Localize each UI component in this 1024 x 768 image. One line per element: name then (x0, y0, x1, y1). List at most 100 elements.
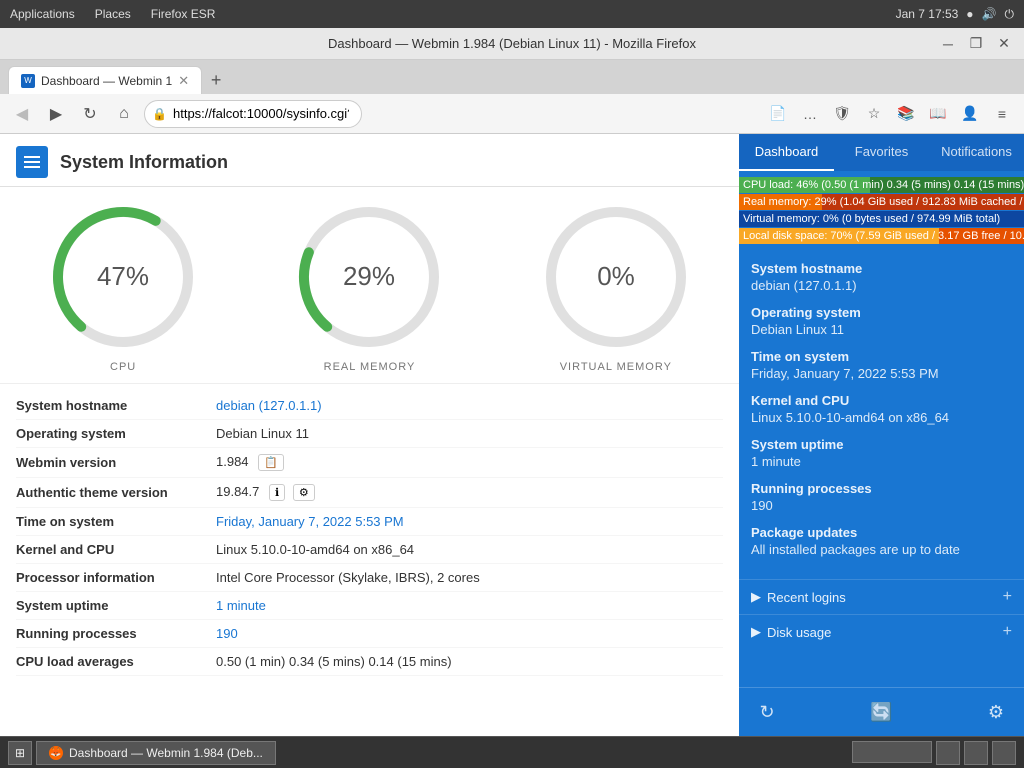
home-button[interactable]: ⌂ (110, 100, 138, 128)
sidebar-os-item: Operating system Debian Linux 11 (751, 305, 1012, 337)
taskbar-search-input[interactable] (852, 741, 932, 763)
webmin-header: System Information (0, 134, 739, 187)
disk-usage-chevron: ▶ (751, 624, 761, 640)
power-icon[interactable]: ⏻ (1005, 7, 1015, 22)
os-label: Operating system (16, 426, 216, 441)
forward-button[interactable]: ▶ (42, 100, 70, 128)
disk-usage-expand[interactable]: ▶ Disk usage + (739, 614, 1024, 649)
processes-link[interactable]: 190 (216, 626, 238, 641)
hamburger-button[interactable] (16, 146, 48, 178)
firefox-esr-menu[interactable]: Firefox ESR (151, 7, 216, 21)
sidebar-packages-label: Package updates (751, 525, 1012, 540)
disk-usage-text: Disk usage (767, 625, 831, 640)
cpu-gauge-label: CPU (110, 361, 136, 373)
theme-settings-btn[interactable]: ⚙ (293, 484, 315, 501)
sidebar-time-label: Time on system (751, 349, 1012, 364)
processor-value: Intel Core Processor (Skylake, IBRS), 2 … (216, 570, 723, 585)
minimize-button[interactable]: ─ (936, 32, 960, 56)
settings-button[interactable]: ⚙ (980, 696, 1012, 728)
applications-menu[interactable]: Applications (10, 7, 75, 21)
taskbar-show-desktop[interactable]: ⊞ (8, 741, 32, 765)
tab-notifications[interactable]: Notifications (929, 134, 1024, 171)
security-lock-icon: 🔒 (152, 107, 167, 121)
tab-favorites[interactable]: Favorites (834, 134, 929, 171)
webmin-version-text: 1.984 (216, 454, 249, 469)
browser-tabs: W Dashboard — Webmin 1 ✕ + (0, 60, 1024, 94)
sidebar-uptime-label: System uptime (751, 437, 1012, 452)
sidebar-uptime-item: System uptime 1 minute (751, 437, 1012, 469)
sidebar-os-label: Operating system (751, 305, 1012, 320)
right-sidebar: Dashboard Favorites Notifications CPU lo… (739, 134, 1024, 736)
virtual-memory-gauge-label: VIRTUAL MEMORY (560, 361, 672, 373)
more-button[interactable]: … (796, 100, 824, 128)
page-title: System Information (60, 152, 228, 173)
cpu-load-label: CPU load averages (16, 654, 216, 669)
taskbar-btn-2[interactable] (964, 741, 988, 765)
library-button[interactable]: 📚 (892, 100, 920, 128)
taskbar-firefox-item[interactable]: 🦊 Dashboard — Webmin 1.984 (Deb... (36, 741, 276, 765)
os-topbar-left: Applications Places Firefox ESR (10, 7, 215, 21)
virtual-memory-bar[interactable]: Virtual memory: 0% (0 bytes used / 974.9… (739, 211, 1024, 227)
tab-close-button[interactable]: ✕ (178, 73, 189, 89)
time-link[interactable]: Friday, January 7, 2022 5:53 PM (216, 514, 404, 529)
tab-dashboard[interactable]: Dashboard (739, 134, 834, 171)
close-button[interactable]: ✕ (992, 32, 1016, 56)
hostname-label: System hostname (16, 398, 216, 413)
cpu-load-value: 0.50 (1 min) 0.34 (5 mins) 0.14 (15 mins… (216, 654, 723, 669)
hostname-link[interactable]: debian (127.0.1.1) (216, 398, 322, 413)
sidebar-processes-item: Running processes 190 (751, 481, 1012, 513)
cpu-gauge-container: 47% CPU (23, 197, 223, 373)
reader-view-button[interactable]: 📄 (764, 100, 792, 128)
cpu-gauge: 47% (43, 197, 203, 357)
taskbar-right (852, 741, 1016, 765)
table-row: Time on system Friday, January 7, 2022 5… (16, 508, 723, 536)
taskbar-btn-3[interactable] (992, 741, 1016, 765)
reload-button[interactable]: ↻ (76, 100, 104, 128)
time-label: Time on system (16, 514, 216, 529)
virtual-memory-bar-text: Virtual memory: 0% (0 bytes used / 974.9… (739, 211, 1024, 227)
active-tab[interactable]: W Dashboard — Webmin 1 ✕ (8, 66, 202, 94)
sidebar-hostname-label: System hostname (751, 261, 1012, 276)
disk-space-bar[interactable]: Local disk space: 70% (7.59 GiB used / 3… (739, 228, 1024, 244)
theme-info-btn[interactable]: ℹ (269, 484, 285, 501)
table-row: Webmin version 1.984 📋 (16, 448, 723, 478)
sidebar-time-value: Friday, January 7, 2022 5:53 PM (751, 366, 1012, 381)
cpu-load-bar[interactable]: CPU load: 46% (0.50 (1 min) 0.34 (5 mins… (739, 177, 1024, 193)
processes-value: 190 (216, 626, 723, 641)
back-button[interactable]: ◀ (8, 100, 36, 128)
uptime-link[interactable]: 1 minute (216, 598, 266, 613)
gauges-area: 47% CPU 29% REAL MEMORY 0% VIRTUAL (0, 187, 739, 384)
browser-titlebar: Dashboard — Webmin 1.984 (Debian Linux 1… (0, 28, 1024, 60)
sidebar-bottom: ↻ 🔄 ⚙ (739, 687, 1024, 736)
datetime-display: Jan 7 17:53 (896, 7, 959, 21)
recent-logins-expand[interactable]: ▶ Recent logins + (739, 579, 1024, 614)
volume-icon[interactable]: 🔊 (982, 7, 997, 21)
network-icon: ● (966, 7, 973, 21)
webmin-copy-btn[interactable]: 📋 (258, 454, 284, 471)
svg-text:47%: 47% (97, 261, 149, 291)
places-menu[interactable]: Places (95, 7, 131, 21)
bookmark-button[interactable]: ☆ (860, 100, 888, 128)
real-memory-gauge: 29% (289, 197, 449, 357)
address-actions: 📄 … 🛡 ☆ 📚 📖 👤 ≡ (764, 100, 1016, 128)
sidebar-uptime-value: 1 minute (751, 454, 1012, 469)
maximize-button[interactable]: ❐ (964, 32, 988, 56)
refresh-button[interactable]: ↻ (751, 696, 783, 728)
table-row: Operating system Debian Linux 11 (16, 420, 723, 448)
theme-version-label: Authentic theme version (16, 485, 216, 500)
account-button[interactable]: 👤 (956, 100, 984, 128)
real-memory-gauge-container: 29% REAL MEMORY (269, 197, 469, 373)
recent-logins-label: ▶ Recent logins (751, 589, 846, 605)
address-container: 🔒 (144, 100, 754, 128)
reader-mode-button[interactable]: 📖 (924, 100, 952, 128)
taskbar-firefox-icon: 🦊 (49, 746, 63, 760)
address-input[interactable] (144, 100, 362, 128)
menu-button[interactable]: ≡ (988, 100, 1016, 128)
shield-button[interactable]: 🛡 (828, 100, 856, 128)
taskbar-btn-1[interactable] (936, 741, 960, 765)
taskbar-firefox-label: Dashboard — Webmin 1.984 (Deb... (69, 746, 263, 760)
real-memory-bar[interactable]: Real memory: 29% (1.04 GiB used / 912.83… (739, 194, 1024, 210)
refresh-alt-button[interactable]: 🔄 (866, 696, 898, 728)
new-tab-button[interactable]: + (202, 66, 230, 94)
sidebar-os-value: Debian Linux 11 (751, 322, 1012, 337)
